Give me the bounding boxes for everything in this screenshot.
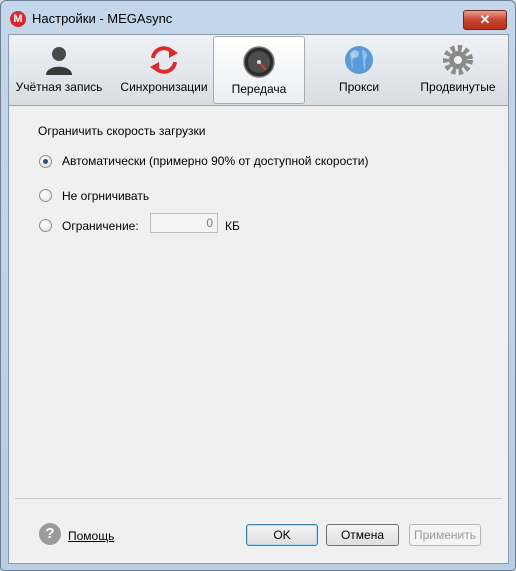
settings-content: Учётная запись Синхронизации Передача Пр…: [8, 34, 509, 564]
tab-proxy[interactable]: Прокси: [309, 35, 409, 105]
speed-limit-input[interactable]: 0: [150, 213, 218, 233]
window-title: Настройки - MEGAsync: [32, 11, 173, 26]
mega-logo-icon: M: [10, 11, 26, 27]
speedometer-icon: [243, 46, 275, 78]
custom-limit-label[interactable]: Ограничение:: [62, 219, 139, 233]
no-limit-radio[interactable]: [39, 189, 52, 202]
tab-transfer[interactable]: Передача: [213, 36, 305, 104]
globe-icon: [345, 46, 373, 74]
tab-sync[interactable]: Синхронизации: [112, 35, 216, 105]
tab-sync-label: Синхронизации: [120, 80, 208, 94]
speed-limit-unit: КБ: [225, 219, 240, 233]
auto-speed-radio[interactable]: [39, 155, 52, 168]
tab-proxy-label: Прокси: [338, 80, 380, 94]
auto-speed-label[interactable]: Автоматически: [62, 154, 146, 168]
user-icon: [46, 47, 72, 75]
ok-button[interactable]: OK: [246, 524, 318, 546]
footer-divider: [15, 498, 502, 499]
custom-limit-radio[interactable]: [39, 219, 52, 232]
apply-button[interactable]: Применить: [409, 524, 481, 546]
gear-icon: [443, 45, 473, 75]
tab-account[interactable]: Учётная запись: [11, 35, 107, 105]
help-icon[interactable]: ?: [39, 523, 61, 545]
sync-icon: [150, 46, 178, 74]
settings-window: M Настройки - MEGAsync ✕ Учётная запись: [0, 0, 516, 571]
no-limit-label[interactable]: Не огрничивать: [62, 189, 149, 203]
tab-advanced[interactable]: Продвинутые: [410, 35, 506, 105]
cancel-button[interactable]: Отмена: [326, 524, 399, 546]
help-link[interactable]: Помощь: [68, 529, 114, 543]
tab-account-label: Учётная запись: [15, 80, 103, 94]
tab-transfer-label: Передача: [231, 82, 287, 96]
upload-speed-limit-title: Ограничить скорость загрузки: [38, 124, 206, 138]
title-bar: M Настройки - MEGAsync ✕: [1, 1, 515, 35]
settings-toolbar: Учётная запись Синхронизации Передача Пр…: [9, 35, 508, 106]
close-button[interactable]: ✕: [463, 10, 507, 30]
auto-speed-note: (примерно 90% от доступной скорости): [149, 154, 369, 168]
tab-advanced-label: Продвинутые: [420, 80, 496, 94]
